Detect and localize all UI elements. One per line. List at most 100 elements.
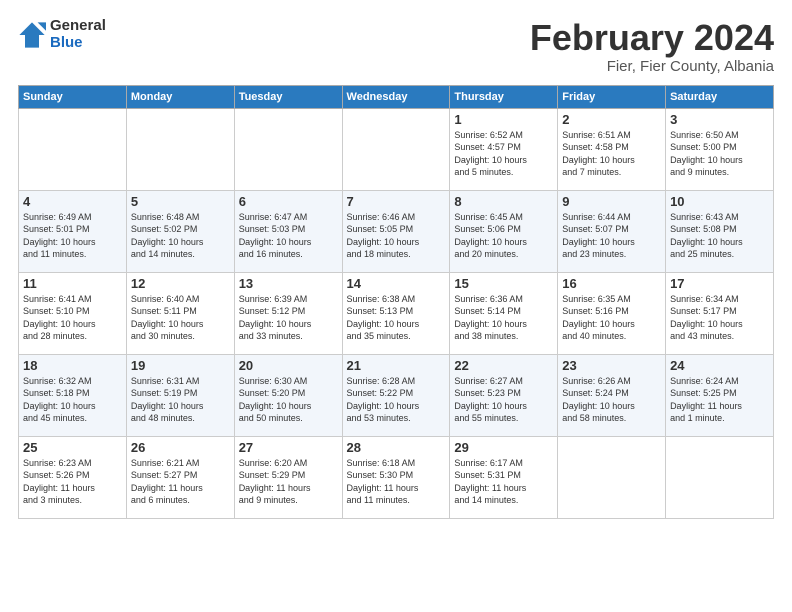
- table-row: 10 Sunrise: 6:43 AM Sunset: 5:08 PM Dayli…: [666, 190, 774, 272]
- day-number: 2: [562, 112, 661, 127]
- table-row: 4 Sunrise: 6:49 AM Sunset: 5:01 PM Daylig…: [19, 190, 127, 272]
- col-wednesday: Wednesday: [342, 85, 450, 108]
- day-number: 8: [454, 194, 553, 209]
- day-number: 21: [347, 358, 446, 373]
- day-number: 28: [347, 440, 446, 455]
- table-row: 13 Sunrise: 6:39 AM Sunset: 5:12 PM Dayli…: [234, 272, 342, 354]
- week-row-3: 11 Sunrise: 6:41 AM Sunset: 5:10 PM Dayli…: [19, 272, 774, 354]
- day-info: Sunrise: 6:26 AM Sunset: 5:24 PM Dayligh…: [562, 375, 661, 425]
- calendar-title: February 2024: [530, 18, 774, 58]
- day-info: Sunrise: 6:35 AM Sunset: 5:16 PM Dayligh…: [562, 293, 661, 343]
- day-number: 29: [454, 440, 553, 455]
- table-row: 2 Sunrise: 6:51 AM Sunset: 4:58 PM Daylig…: [558, 108, 666, 190]
- table-row: 12Sunrise: 6:40 AM Sunset: 5:11 PM Dayli…: [126, 272, 234, 354]
- table-row: 6 Sunrise: 6:47 AM Sunset: 5:03 PM Daylig…: [234, 190, 342, 272]
- day-info: Sunrise: 6:44 AM Sunset: 5:07 PM Dayligh…: [562, 211, 661, 261]
- day-info: Sunrise: 6:41 AM Sunset: 5:10 PM Dayligh…: [23, 293, 122, 343]
- day-info: Sunrise: 6:46 AM Sunset: 5:05 PM Dayligh…: [347, 211, 446, 261]
- logo: General Blue: [18, 18, 106, 51]
- day-info: Sunrise: 6:52 AM Sunset: 4:57 PM Dayligh…: [454, 129, 553, 179]
- table-row: 5Sunrise: 6:48 AM Sunset: 5:02 PM Daylig…: [126, 190, 234, 272]
- day-info: Sunrise: 6:38 AM Sunset: 5:13 PM Dayligh…: [347, 293, 446, 343]
- day-number: 15: [454, 276, 553, 291]
- calendar-table: Sunday Monday Tuesday Wednesday Thursday…: [18, 85, 774, 519]
- day-info: Sunrise: 6:18 AM Sunset: 5:30 PM Dayligh…: [347, 457, 446, 507]
- day-number: 24: [670, 358, 769, 373]
- day-number: 9: [562, 194, 661, 209]
- day-info: Sunrise: 6:49 AM Sunset: 5:01 PM Dayligh…: [23, 211, 122, 261]
- table-row: 9 Sunrise: 6:44 AM Sunset: 5:07 PM Daylig…: [558, 190, 666, 272]
- day-number: 19: [131, 358, 230, 373]
- calendar-container: General Blue February 2024 Fier, Fier Co…: [0, 0, 792, 529]
- table-row: 18 Sunrise: 6:32 AM Sunset: 5:18 PM Dayli…: [19, 354, 127, 436]
- day-info: Sunrise: 6:24 AM Sunset: 5:25 PM Dayligh…: [670, 375, 769, 425]
- table-row: 16Sunrise: 6:35 AM Sunset: 5:16 PM Dayli…: [558, 272, 666, 354]
- day-info: Sunrise: 6:47 AM Sunset: 5:03 PM Dayligh…: [239, 211, 338, 261]
- table-row: 17 Sunrise: 6:34 AM Sunset: 5:17 PM Dayli…: [666, 272, 774, 354]
- table-row: 22Sunrise: 6:27 AM Sunset: 5:23 PM Dayli…: [450, 354, 558, 436]
- table-row: 1 Sunrise: 6:52 AM Sunset: 4:57 PM Daylig…: [450, 108, 558, 190]
- table-row: 28 Sunrise: 6:18 AM Sunset: 5:30 PM Dayli…: [342, 436, 450, 518]
- day-info: Sunrise: 6:28 AM Sunset: 5:22 PM Dayligh…: [347, 375, 446, 425]
- logo-general-text: General: [50, 18, 106, 35]
- day-number: 1: [454, 112, 553, 127]
- table-row: 25Sunrise: 6:23 AM Sunset: 5:26 PM Dayli…: [19, 436, 127, 518]
- day-info: Sunrise: 6:36 AM Sunset: 5:14 PM Dayligh…: [454, 293, 553, 343]
- header-row: General Blue February 2024 Fier, Fier Co…: [18, 18, 774, 75]
- day-info: Sunrise: 6:30 AM Sunset: 5:20 PM Dayligh…: [239, 375, 338, 425]
- table-row: 24 Sunrise: 6:24 AM Sunset: 5:25 PM Dayli…: [666, 354, 774, 436]
- day-info: Sunrise: 6:39 AM Sunset: 5:12 PM Dayligh…: [239, 293, 338, 343]
- day-info: Sunrise: 6:27 AM Sunset: 5:23 PM Dayligh…: [454, 375, 553, 425]
- table-row: 20 Sunrise: 6:30 AM Sunset: 5:20 PM Dayli…: [234, 354, 342, 436]
- week-row-2: 4 Sunrise: 6:49 AM Sunset: 5:01 PM Daylig…: [19, 190, 774, 272]
- day-number: 5: [131, 194, 230, 209]
- calendar-subtitle: Fier, Fier County, Albania: [530, 58, 774, 75]
- day-number: 7: [347, 194, 446, 209]
- day-info: Sunrise: 6:45 AM Sunset: 5:06 PM Dayligh…: [454, 211, 553, 261]
- day-number: 12: [131, 276, 230, 291]
- day-number: 10: [670, 194, 769, 209]
- col-sunday: Sunday: [19, 85, 127, 108]
- day-info: Sunrise: 6:21 AM Sunset: 5:27 PM Dayligh…: [131, 457, 230, 507]
- day-number: 27: [239, 440, 338, 455]
- table-row: 14Sunrise: 6:38 AM Sunset: 5:13 PM Dayli…: [342, 272, 450, 354]
- day-info: Sunrise: 6:51 AM Sunset: 4:58 PM Dayligh…: [562, 129, 661, 179]
- day-info: Sunrise: 6:43 AM Sunset: 5:08 PM Dayligh…: [670, 211, 769, 261]
- col-tuesday: Tuesday: [234, 85, 342, 108]
- week-row-4: 18 Sunrise: 6:32 AM Sunset: 5:18 PM Dayli…: [19, 354, 774, 436]
- col-thursday: Thursday: [450, 85, 558, 108]
- day-number: 4: [23, 194, 122, 209]
- day-number: 20: [239, 358, 338, 373]
- table-row: 27Sunrise: 6:20 AM Sunset: 5:29 PM Dayli…: [234, 436, 342, 518]
- table-row: [558, 436, 666, 518]
- table-row: 3 Sunrise: 6:50 AM Sunset: 5:00 PM Daylig…: [666, 108, 774, 190]
- day-number: 3: [670, 112, 769, 127]
- day-info: Sunrise: 6:32 AM Sunset: 5:18 PM Dayligh…: [23, 375, 122, 425]
- day-number: 6: [239, 194, 338, 209]
- day-number: 26: [131, 440, 230, 455]
- table-row: 15 Sunrise: 6:36 AM Sunset: 5:14 PM Dayli…: [450, 272, 558, 354]
- table-row: [234, 108, 342, 190]
- table-row: [342, 108, 450, 190]
- col-monday: Monday: [126, 85, 234, 108]
- table-row: 23Sunrise: 6:26 AM Sunset: 5:24 PM Dayli…: [558, 354, 666, 436]
- day-info: Sunrise: 6:31 AM Sunset: 5:19 PM Dayligh…: [131, 375, 230, 425]
- day-number: 18: [23, 358, 122, 373]
- day-number: 11: [23, 276, 122, 291]
- table-row: 11 Sunrise: 6:41 AM Sunset: 5:10 PM Dayli…: [19, 272, 127, 354]
- col-friday: Friday: [558, 85, 666, 108]
- table-row: 29Sunrise: 6:17 AM Sunset: 5:31 PM Dayli…: [450, 436, 558, 518]
- logo-icon: [18, 21, 46, 49]
- title-block: February 2024 Fier, Fier County, Albania: [530, 18, 774, 75]
- day-info: Sunrise: 6:50 AM Sunset: 5:00 PM Dayligh…: [670, 129, 769, 179]
- logo-blue-text: Blue: [50, 35, 106, 52]
- table-row: 7 Sunrise: 6:46 AM Sunset: 5:05 PM Daylig…: [342, 190, 450, 272]
- table-row: 21 Sunrise: 6:28 AM Sunset: 5:22 PM Dayli…: [342, 354, 450, 436]
- day-number: 25: [23, 440, 122, 455]
- logo-text: General Blue: [50, 18, 106, 51]
- week-row-1: 1 Sunrise: 6:52 AM Sunset: 4:57 PM Daylig…: [19, 108, 774, 190]
- day-info: Sunrise: 6:34 AM Sunset: 5:17 PM Dayligh…: [670, 293, 769, 343]
- day-number: 13: [239, 276, 338, 291]
- day-number: 17: [670, 276, 769, 291]
- table-row: [19, 108, 127, 190]
